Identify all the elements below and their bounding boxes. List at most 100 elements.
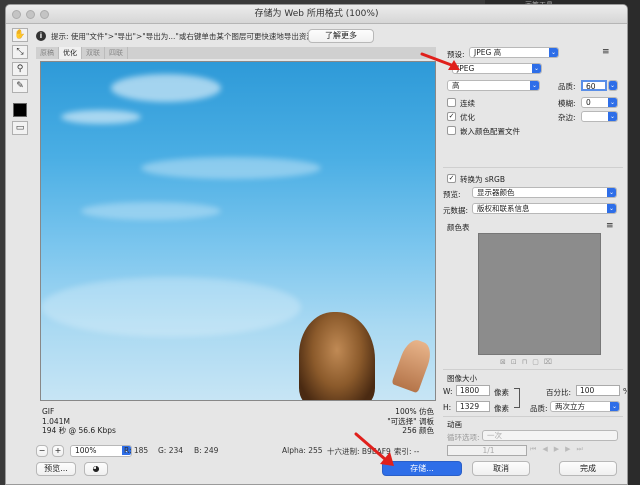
cancel-button[interactable]: 取消 xyxy=(472,461,530,476)
chevron-down-icon: ⌄ xyxy=(549,48,558,57)
image-preview[interactable] xyxy=(40,61,436,401)
lock-color-icon[interactable]: ⊓ xyxy=(522,358,532,366)
tip-bar: i 提示: 使用"文件">"导出">"导出为..."或右键单击某个图层可更快速地… xyxy=(32,27,622,45)
height-unit-label: 像素 xyxy=(494,404,509,413)
percent-input[interactable]: 100 xyxy=(576,385,620,396)
map-color-icon[interactable]: ⊠ xyxy=(500,358,511,366)
loop-options-select[interactable]: 一次 xyxy=(482,430,618,441)
browser-preview-button[interactable]: ◕ xyxy=(84,462,108,476)
blur-label: 模糊: xyxy=(558,99,576,108)
chevron-down-icon: ⌄ xyxy=(608,112,617,121)
divider xyxy=(443,416,623,417)
hand-tool-icon[interactable]: ✋ xyxy=(12,28,28,42)
zoom-window-button[interactable] xyxy=(40,10,49,19)
blur-input[interactable]: 0 ⌄ xyxy=(581,97,618,108)
eyedropper-color-swatch[interactable] xyxy=(13,103,27,117)
play-icon[interactable]: ▶ xyxy=(554,445,565,453)
chevron-down-icon: ⌄ xyxy=(609,81,617,90)
tab-original[interactable]: 原稿 xyxy=(36,47,59,59)
file-format-select[interactable]: JPEG ⌄ xyxy=(452,63,542,74)
quality-input[interactable]: 60 xyxy=(581,80,607,91)
tip-text: 提示: 使用"文件">"导出">"导出为..."或右键单击某个图层可更快速地导出… xyxy=(51,32,314,41)
convert-srgb-label: 转换为 sRGB xyxy=(460,175,505,184)
resample-select[interactable]: 两次立方 ⌄ xyxy=(550,401,620,412)
index-readout: 索引: -- xyxy=(394,447,420,456)
info-palette: "可选择" 调板 xyxy=(387,416,434,426)
color-table[interactable] xyxy=(478,233,601,355)
info-dither: 100% 仿色 xyxy=(395,407,434,416)
last-frame-icon[interactable]: ⏭ xyxy=(576,445,588,453)
delete-color-icon[interactable]: ⌧ xyxy=(544,358,557,366)
width-input[interactable]: 1800 xyxy=(456,385,490,396)
dialog-titlebar: 存储为 Web 所用格式 (100%) xyxy=(6,5,627,24)
zoom-level-select[interactable]: 100% ⌄ xyxy=(70,445,132,457)
matte-select[interactable]: ⌄ xyxy=(581,111,618,122)
divider xyxy=(443,167,623,168)
toggle-slice-visibility-icon[interactable]: ▭ xyxy=(12,121,28,135)
woman-hair xyxy=(299,312,375,400)
embed-profile-checkbox[interactable] xyxy=(447,126,456,135)
optimized-checkbox[interactable]: ✓ xyxy=(447,112,456,121)
tab-4-up[interactable]: 四联 xyxy=(105,47,128,59)
learn-more-button[interactable]: 了解更多 xyxy=(308,29,374,43)
blue-readout: B: 249 xyxy=(194,446,219,455)
quality-slider-toggle[interactable]: ⌄ xyxy=(608,80,618,91)
green-readout: G: 234 xyxy=(158,446,184,455)
preview-select[interactable]: 显示器颜色 ⌄ xyxy=(472,187,617,198)
dialog-title: 存储为 Web 所用格式 (100%) xyxy=(254,9,379,19)
zoom-in-button[interactable]: + xyxy=(52,445,64,457)
preview-label: 预览: xyxy=(443,190,461,199)
close-window-button[interactable] xyxy=(12,10,21,19)
width-unit-label: 像素 xyxy=(494,388,509,397)
height-input[interactable]: 1329 xyxy=(456,401,490,412)
color-table-label: 颜色表 xyxy=(447,223,470,232)
done-button[interactable]: 完成 xyxy=(559,461,617,476)
progressive-checkbox[interactable] xyxy=(447,98,456,107)
globe-icon: ◕ xyxy=(92,464,100,473)
new-color-icon[interactable]: ▢ xyxy=(532,358,544,366)
info-format: GIF xyxy=(42,407,55,416)
preview-button[interactable]: 预览... xyxy=(36,462,76,476)
minimize-window-button[interactable] xyxy=(26,10,35,19)
animation-label: 动画 xyxy=(447,420,462,429)
web-shift-icon[interactable]: ⊡ xyxy=(511,358,522,366)
constrain-proportions-link-icon[interactable] xyxy=(514,388,520,408)
loop-options-label: 循环选项: xyxy=(447,433,480,442)
prev-frame-icon[interactable]: ◀ xyxy=(542,445,553,453)
zoom-out-button[interactable]: − xyxy=(36,445,48,457)
chevron-down-icon: ⌄ xyxy=(530,81,539,90)
frame-counter: 1/1 xyxy=(447,445,527,456)
animation-controls[interactable]: ⏮◀▶▶⏭ xyxy=(530,445,620,456)
eyedropper-tool-icon[interactable]: ✎ xyxy=(12,79,28,93)
chevron-down-icon: ⌄ xyxy=(532,64,541,73)
image-size-label: 图像大小 xyxy=(447,374,477,383)
chevron-down-icon: ⌄ xyxy=(607,204,616,213)
color-table-menu-icon[interactable]: ≡ xyxy=(606,221,614,231)
slice-select-tool-icon[interactable]: ⤡ xyxy=(12,45,28,59)
resample-label: 品质: xyxy=(530,404,548,413)
tab-optimized[interactable]: 优化 xyxy=(59,47,82,59)
zoom-tool-icon[interactable]: ⚲ xyxy=(12,62,28,76)
preset-select[interactable]: JPEG 高 ⌄ xyxy=(469,47,559,58)
tab-2-up[interactable]: 双联 xyxy=(82,47,105,59)
status-bar: − + 100% ⌄ R: 185 G: 234 B: 249 Alpha: 25… xyxy=(32,443,492,459)
first-frame-icon[interactable]: ⏮ xyxy=(530,445,542,453)
alpha-readout: Alpha: 255 xyxy=(282,446,323,455)
height-label: H: xyxy=(443,403,452,412)
view-tabs: 原稿 优化 双联 四联 xyxy=(36,47,436,59)
cloud xyxy=(81,202,221,220)
optimized-label: 优化 xyxy=(460,113,475,122)
quality-level-select[interactable]: 高 ⌄ xyxy=(447,80,540,91)
chevron-down-icon: ⌄ xyxy=(608,98,617,107)
percent-unit: % xyxy=(623,387,627,396)
toolbox: ✋ ⤡ ⚲ ✎ ▭ xyxy=(11,27,29,138)
next-frame-icon[interactable]: ▶ xyxy=(565,445,576,453)
color-table-tools[interactable]: ⊠⊡⊓▢⌧ xyxy=(500,358,600,367)
info-download-time: 194 秒 @ 56.6 Kbps xyxy=(42,426,116,435)
divider xyxy=(443,369,623,370)
cloud xyxy=(61,110,141,124)
metadata-select[interactable]: 版权和联系信息 ⌄ xyxy=(472,203,617,214)
cloud xyxy=(111,74,221,102)
settings-menu-icon[interactable]: ≡ xyxy=(602,47,610,57)
convert-srgb-checkbox[interactable]: ✓ xyxy=(447,174,456,183)
